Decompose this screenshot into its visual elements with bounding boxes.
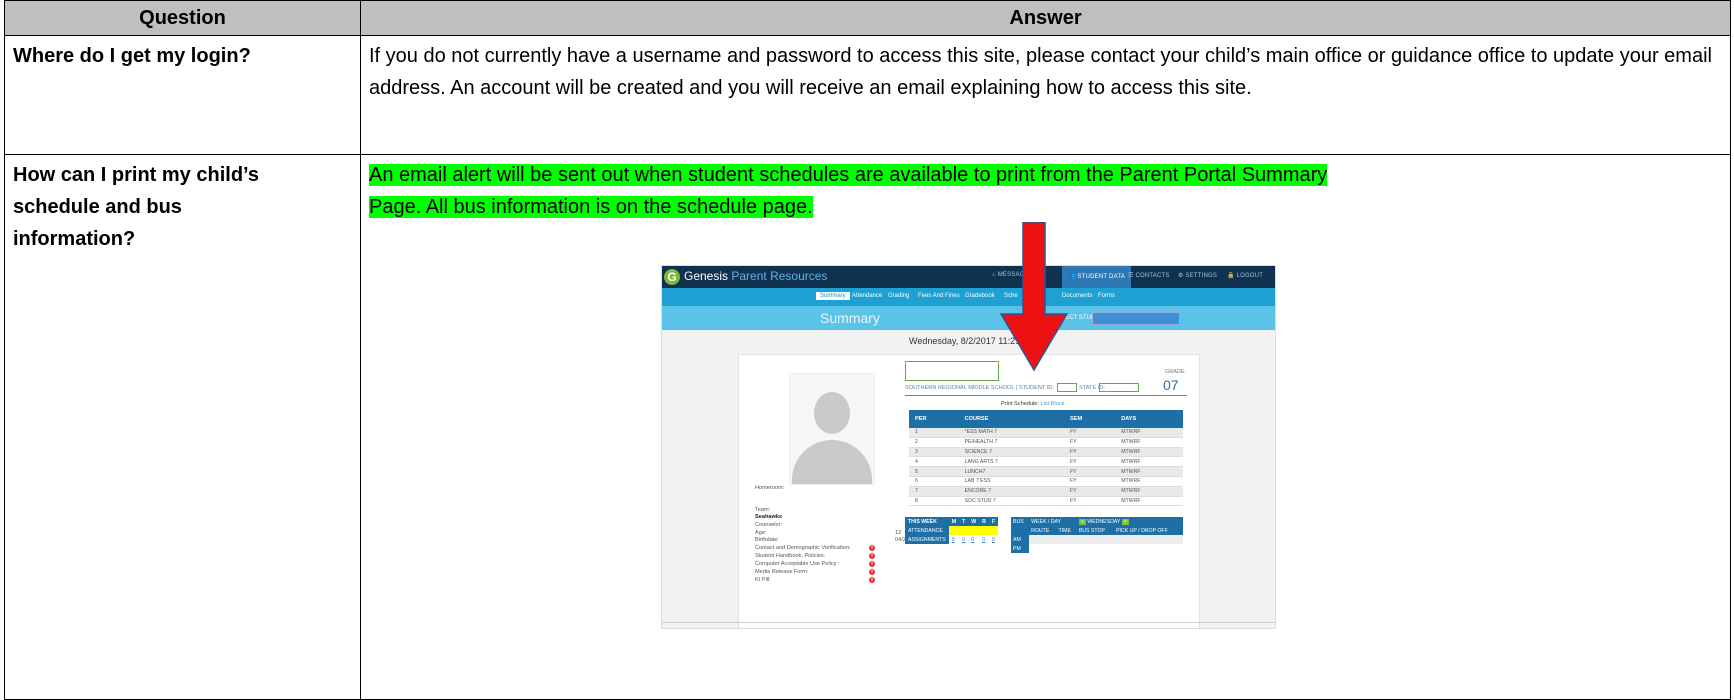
schedule-header: PER bbox=[909, 410, 959, 428]
schedule-header: SEM bbox=[1063, 410, 1116, 428]
faq-row: Where do I get my login? If you do not c… bbox=[4, 35, 1731, 155]
counselor-label: Counselor: bbox=[755, 522, 783, 528]
avatar-body-icon bbox=[792, 440, 872, 484]
question-line: information? bbox=[13, 228, 136, 250]
question-cell: How can I print my child’s schedule and … bbox=[4, 154, 361, 700]
schedule-table: PER COURSE SEM DAYS 1 *ESS MATH 7 FY MTWRF … bbox=[909, 410, 1183, 507]
incomplete-x-icon: × bbox=[869, 553, 875, 559]
table-row: 5 LUNCH7 FY MTWRF bbox=[909, 466, 1183, 477]
tab-gradebook[interactable]: Gradebook bbox=[965, 293, 995, 299]
schedule-header: COURSE bbox=[958, 410, 1064, 428]
student-card: Homeroom: Team: Seahawks Counselor: Age:… bbox=[738, 354, 1200, 628]
team-value: Seahawks bbox=[755, 514, 783, 520]
print-list-link[interactable]: List bbox=[1041, 401, 1050, 407]
assignments-label: ASSIGNMENTS bbox=[905, 535, 949, 544]
incomplete-x-icon: × bbox=[869, 577, 875, 583]
avatar-head-icon bbox=[814, 392, 850, 434]
assignment-count-link[interactable]: 0 bbox=[949, 535, 959, 544]
tab-summary[interactable]: Summary bbox=[816, 292, 850, 300]
bottom-divider bbox=[662, 622, 1275, 623]
state-id-box bbox=[1099, 383, 1139, 392]
highlighted-answer-line: An email alert will be sent out when stu… bbox=[369, 164, 1328, 186]
incomplete-x-icon: × bbox=[869, 545, 875, 551]
genesis-title-bar: Summary LECT STUDENT: bbox=[662, 306, 1275, 330]
schedule-header: DAYS bbox=[1115, 410, 1183, 428]
age-label: Age: bbox=[755, 530, 767, 536]
bus-am-label: AM bbox=[1011, 535, 1030, 544]
genesis-brand: Genesis Parent Resources bbox=[684, 269, 828, 283]
week-title: THIS WEEK bbox=[908, 518, 937, 525]
homeroom-label: Homeroom: bbox=[755, 485, 785, 491]
incomplete-x-icon: × bbox=[869, 569, 875, 575]
table-row: 2 PE/HEALTH 7 FY MTWRF bbox=[909, 437, 1183, 448]
genesis-logo-icon: G bbox=[664, 269, 680, 285]
table-row: 3 SCIENCE 7 FY MTWRF bbox=[909, 447, 1183, 458]
question-line: schedule and bus bbox=[13, 196, 182, 218]
print-block-link[interactable]: Block bbox=[1051, 401, 1065, 407]
table-row: 8 SOC STUD 7 FY MTWRF bbox=[909, 496, 1183, 507]
red-arrow-icon bbox=[999, 222, 1069, 372]
tab-grading[interactable]: Grading bbox=[888, 293, 909, 299]
assignment-count-link[interactable]: 0 bbox=[959, 535, 968, 544]
header-divider bbox=[905, 395, 1187, 396]
bus-pm-label: PM bbox=[1011, 544, 1030, 553]
tab-attendance[interactable]: Attendance bbox=[852, 293, 882, 299]
school-name: SOUTHERN REGIONAL MIDDLE SCHOOL | STUDEN… bbox=[905, 385, 1054, 391]
table-row: 1 *ESS MATH 7 FY MTWRF bbox=[909, 428, 1183, 438]
student-name-box bbox=[905, 361, 999, 381]
select-student-dropdown[interactable] bbox=[1092, 312, 1180, 325]
assignment-count-link[interactable]: 0 bbox=[968, 535, 979, 544]
bus-table: BUS WEEK / DAY < WEDNESDAY > ROUTE TIME … bbox=[1011, 517, 1183, 553]
genesis-portal-screenshot: G Genesis Parent Resources ⌂ MESSAGES 👥 … bbox=[661, 265, 1276, 629]
assignment-count-link[interactable]: 0 bbox=[989, 535, 998, 544]
form-status-label: Computer Acceptable Use Policy : bbox=[755, 561, 840, 567]
attendance-cells bbox=[948, 526, 999, 535]
bus-day[interactable]: < WEDNESDAY > bbox=[1077, 517, 1183, 526]
form-status-label: Media Release Form: bbox=[755, 569, 809, 575]
attendance-label: ATTENDANCE bbox=[905, 526, 949, 535]
assignment-count-link[interactable]: 0 bbox=[979, 535, 989, 544]
question-header: Question bbox=[4, 0, 361, 36]
table-row: 4 LANG ARTS 7 FY MTWRF bbox=[909, 456, 1183, 468]
answer-header: Answer bbox=[360, 0, 1731, 36]
page-title: Summary bbox=[820, 310, 880, 326]
bus-view-toggle[interactable]: WEEK / DAY bbox=[1029, 517, 1077, 526]
highlighted-answer-line: Page. All bus information is on the sche… bbox=[369, 196, 813, 218]
tab-forms[interactable]: Forms bbox=[1098, 293, 1115, 299]
answer-cell: If you do not currently have a username … bbox=[360, 35, 1731, 155]
tab-fees[interactable]: Fees And Fines bbox=[918, 293, 960, 299]
team-label: Team: bbox=[755, 507, 771, 513]
grade-value: 07 bbox=[1163, 377, 1179, 393]
table-row: 6 LAB 7 ESS FY MTWRF bbox=[909, 476, 1183, 487]
grade-label: GRADE: bbox=[1165, 369, 1187, 375]
nav-logout[interactable]: 🔒 LOGOUT bbox=[1227, 272, 1263, 279]
nav-contacts[interactable]: ☰ CONTACTS bbox=[1128, 272, 1170, 279]
question-cell: Where do I get my login? bbox=[4, 35, 361, 155]
genesis-sub-nav: Summary Attendance Grading Fees And Fine… bbox=[662, 288, 1275, 306]
student-id-box bbox=[1057, 383, 1077, 392]
this-week-table: THIS WEEK MTWRF ATTENDANCE ASSIGNMENTS 0… bbox=[905, 517, 999, 544]
genesis-top-bar: G Genesis Parent Resources ⌂ MESSAGES 👥 … bbox=[662, 266, 1275, 288]
table-row: 7 ENCORE 7 FY MTWRF bbox=[909, 486, 1183, 497]
form-status-label: Student Handbook, Policies: bbox=[755, 553, 826, 559]
avatar bbox=[789, 373, 875, 485]
form-status-label: KI Pill: bbox=[755, 577, 771, 583]
form-status-label: Contact and Demographic Verification: bbox=[755, 545, 851, 551]
birthdate-label: Birthdate: bbox=[755, 537, 779, 543]
nav-student-data[interactable]: 👥 STUDENT DATA bbox=[1062, 266, 1131, 288]
incomplete-x-icon: × bbox=[869, 561, 875, 567]
nav-settings[interactable]: ⚙ SETTINGS bbox=[1178, 272, 1217, 279]
question-line: How can I print my child’s bbox=[13, 164, 259, 186]
faq-page: Question Answer Where do I get my login?… bbox=[4, 0, 1731, 700]
bus-title: BUS bbox=[1013, 518, 1024, 525]
print-schedule: Print Schedule: List Block bbox=[1001, 401, 1065, 407]
age-value: 12 bbox=[895, 530, 902, 536]
